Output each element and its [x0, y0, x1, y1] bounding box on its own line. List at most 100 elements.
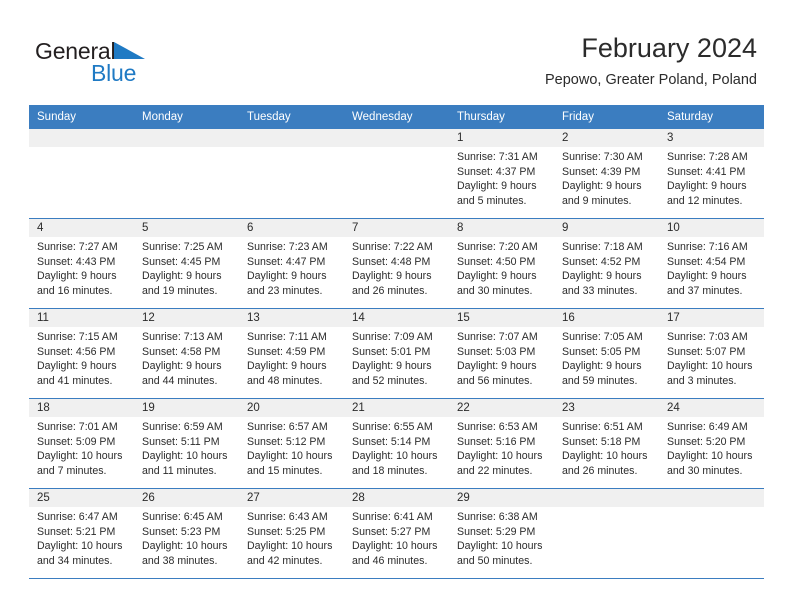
calendar-cell-day[interactable]: 27 Sunrise: 6:43 AM Sunset: 5:25 PM Dayligh…	[239, 489, 344, 578]
calendar-cell[interactable]: 15 Sunrise: 7:07 AM Sunset: 5:03 PM Dayligh…	[449, 308, 554, 399]
daylight-text-line2: and 11 minutes.	[142, 464, 217, 477]
sunset-text: Sunset: 4:41 PM	[667, 165, 746, 178]
calendar-cell[interactable]: 5 Sunrise: 7:25 AM Sunset: 4:45 PM Daylight…	[134, 218, 239, 309]
brand-logo[interactable]: General Blue	[35, 38, 255, 86]
calendar-cell-day[interactable]: 1 Sunrise: 7:31 AM Sunset: 4:37 PM Daylight…	[449, 129, 554, 218]
calendar-week-row: 4 Sunrise: 7:27 AM Sunset: 4:43 PM Daylight…	[29, 218, 764, 309]
calendar-cell[interactable]: 28 Sunrise: 6:41 AM Sunset: 5:27 PM Dayligh…	[344, 488, 449, 579]
calendar-cell[interactable]: 2 Sunrise: 7:30 AM Sunset: 4:39 PM Daylight…	[554, 129, 659, 219]
calendar-cell[interactable]: 21 Sunrise: 6:55 AM Sunset: 5:14 PM Dayligh…	[344, 398, 449, 489]
daylight-text-line1: Daylight: 9 hours	[247, 270, 327, 283]
daylight-text-line2: and 22 minutes.	[457, 464, 533, 477]
calendar-cell-day[interactable]: 10 Sunrise: 7:16 AM Sunset: 4:54 PM Dayligh…	[659, 219, 764, 308]
calendar-cell-day[interactable]: 15 Sunrise: 7:07 AM Sunset: 5:03 PM Dayligh…	[449, 309, 554, 398]
calendar-cell-day[interactable]: 18 Sunrise: 7:01 AM Sunset: 5:09 PM Dayligh…	[29, 399, 134, 488]
sunrise-text: Sunrise: 7:27 AM	[37, 241, 118, 253]
day-details: Sunrise: 6:41 AM Sunset: 5:27 PM Daylight:…	[344, 507, 449, 568]
daylight-text-line1: Daylight: 10 hours	[142, 450, 228, 463]
sunset-text: Sunset: 4:56 PM	[37, 345, 116, 358]
day-number: 7	[344, 219, 449, 237]
calendar-cell[interactable]: 17 Sunrise: 7:03 AM Sunset: 5:07 PM Dayligh…	[659, 308, 764, 399]
day-number	[29, 129, 134, 147]
calendar-cell-day[interactable]: 13 Sunrise: 7:11 AM Sunset: 4:59 PM Dayligh…	[239, 309, 344, 398]
day-number: 29	[449, 489, 554, 507]
day-details: Sunrise: 6:38 AM Sunset: 5:29 PM Daylight:…	[449, 507, 554, 568]
daylight-text-line2: and 3 minutes.	[667, 374, 737, 387]
calendar-cell[interactable]: 27 Sunrise: 6:43 AM Sunset: 5:25 PM Dayligh…	[239, 488, 344, 579]
daylight-text-line2: and 19 minutes.	[142, 284, 218, 297]
calendar-cell-day[interactable]: 8 Sunrise: 7:20 AM Sunset: 4:50 PM Daylight…	[449, 219, 554, 308]
calendar-cell[interactable]: 8 Sunrise: 7:20 AM Sunset: 4:50 PM Daylight…	[449, 218, 554, 309]
calendar-cell[interactable]: 9 Sunrise: 7:18 AM Sunset: 4:52 PM Daylight…	[554, 218, 659, 309]
calendar-cell-day[interactable]: 12 Sunrise: 7:13 AM Sunset: 4:58 PM Dayligh…	[134, 309, 239, 398]
day-number: 20	[239, 399, 344, 417]
calendar-cell[interactable]: 6 Sunrise: 7:23 AM Sunset: 4:47 PM Daylight…	[239, 218, 344, 309]
day-details: Sunrise: 6:49 AM Sunset: 5:20 PM Daylight:…	[659, 417, 764, 478]
calendar-cell-day[interactable]: 14 Sunrise: 7:09 AM Sunset: 5:01 PM Dayligh…	[344, 309, 449, 398]
daylight-text-line2: and 34 minutes.	[37, 554, 113, 567]
calendar-cell-day[interactable]: 6 Sunrise: 7:23 AM Sunset: 4:47 PM Daylight…	[239, 219, 344, 308]
sunset-text: Sunset: 4:52 PM	[562, 255, 641, 268]
calendar-cell-day[interactable]: 25 Sunrise: 6:47 AM Sunset: 5:21 PM Dayligh…	[29, 489, 134, 578]
calendar-cell-day[interactable]: 26 Sunrise: 6:45 AM Sunset: 5:23 PM Dayligh…	[134, 489, 239, 578]
calendar-cell[interactable]: 11 Sunrise: 7:15 AM Sunset: 4:56 PM Dayligh…	[29, 308, 134, 399]
daylight-text-line1: Daylight: 10 hours	[247, 450, 333, 463]
calendar-cell[interactable]: 24 Sunrise: 6:49 AM Sunset: 5:20 PM Dayligh…	[659, 398, 764, 489]
calendar-cell-day[interactable]: 22 Sunrise: 6:53 AM Sunset: 5:16 PM Dayligh…	[449, 399, 554, 488]
calendar-cell-day[interactable]: 5 Sunrise: 7:25 AM Sunset: 4:45 PM Daylight…	[134, 219, 239, 308]
day-number: 6	[239, 219, 344, 237]
calendar-cell-day[interactable]: 11 Sunrise: 7:15 AM Sunset: 4:56 PM Dayligh…	[29, 309, 134, 398]
day-details: Sunrise: 7:20 AM Sunset: 4:50 PM Daylight:…	[449, 237, 554, 298]
calendar-cell[interactable]: 26 Sunrise: 6:45 AM Sunset: 5:23 PM Dayligh…	[134, 488, 239, 579]
calendar-cell[interactable]: 4 Sunrise: 7:27 AM Sunset: 4:43 PM Daylight…	[29, 218, 134, 309]
calendar-cell-day[interactable]: 7 Sunrise: 7:22 AM Sunset: 4:48 PM Daylight…	[344, 219, 449, 308]
calendar-cell-day[interactable]: 19 Sunrise: 6:59 AM Sunset: 5:11 PM Dayligh…	[134, 399, 239, 488]
calendar-cell[interactable]	[659, 488, 764, 579]
calendar-cell-empty	[659, 489, 764, 578]
brand-logo-top-row: General	[35, 38, 255, 64]
calendar-cell-day[interactable]: 4 Sunrise: 7:27 AM Sunset: 4:43 PM Daylight…	[29, 219, 134, 308]
calendar-cell[interactable]	[239, 129, 344, 219]
calendar-cell[interactable]: 1 Sunrise: 7:31 AM Sunset: 4:37 PM Daylight…	[449, 129, 554, 219]
day-number: 25	[29, 489, 134, 507]
day-details: Sunrise: 7:05 AM Sunset: 5:05 PM Daylight:…	[554, 327, 659, 388]
calendar-cell-day[interactable]: 24 Sunrise: 6:49 AM Sunset: 5:20 PM Dayligh…	[659, 399, 764, 488]
sunrise-text: Sunrise: 7:09 AM	[352, 331, 433, 343]
calendar-cell-day[interactable]: 23 Sunrise: 6:51 AM Sunset: 5:18 PM Dayligh…	[554, 399, 659, 488]
sunrise-text: Sunrise: 6:45 AM	[142, 511, 223, 523]
calendar-cell[interactable]: 10 Sunrise: 7:16 AM Sunset: 4:54 PM Dayligh…	[659, 218, 764, 309]
calendar-cell-day[interactable]: 16 Sunrise: 7:05 AM Sunset: 5:05 PM Dayligh…	[554, 309, 659, 398]
calendar-cell-day[interactable]: 17 Sunrise: 7:03 AM Sunset: 5:07 PM Dayligh…	[659, 309, 764, 398]
calendar-cell-empty	[29, 129, 134, 218]
calendar-cell[interactable]: 12 Sunrise: 7:13 AM Sunset: 4:58 PM Dayligh…	[134, 308, 239, 399]
calendar-cell[interactable]: 22 Sunrise: 6:53 AM Sunset: 5:16 PM Dayligh…	[449, 398, 554, 489]
calendar-cell[interactable]	[134, 129, 239, 219]
calendar-cell[interactable]: 20 Sunrise: 6:57 AM Sunset: 5:12 PM Dayligh…	[239, 398, 344, 489]
calendar-cell[interactable]: 19 Sunrise: 6:59 AM Sunset: 5:11 PM Dayligh…	[134, 398, 239, 489]
daylight-text-line2: and 30 minutes.	[457, 284, 533, 297]
calendar-cell[interactable]	[554, 488, 659, 579]
calendar-cell-day[interactable]: 3 Sunrise: 7:28 AM Sunset: 4:41 PM Daylight…	[659, 129, 764, 218]
day-details: Sunrise: 7:30 AM Sunset: 4:39 PM Daylight:…	[554, 147, 659, 208]
calendar-cell[interactable]	[29, 129, 134, 219]
calendar-cell-day[interactable]: 29 Sunrise: 6:38 AM Sunset: 5:29 PM Dayligh…	[449, 489, 554, 578]
calendar-cell-day[interactable]: 21 Sunrise: 6:55 AM Sunset: 5:14 PM Dayligh…	[344, 399, 449, 488]
calendar-cell[interactable]: 16 Sunrise: 7:05 AM Sunset: 5:05 PM Dayligh…	[554, 308, 659, 399]
calendar-cell[interactable]: 14 Sunrise: 7:09 AM Sunset: 5:01 PM Dayligh…	[344, 308, 449, 399]
day-details: Sunrise: 6:45 AM Sunset: 5:23 PM Daylight:…	[134, 507, 239, 568]
calendar-cell[interactable]: 13 Sunrise: 7:11 AM Sunset: 4:59 PM Dayligh…	[239, 308, 344, 399]
calendar-cell[interactable]: 25 Sunrise: 6:47 AM Sunset: 5:21 PM Dayligh…	[29, 488, 134, 579]
calendar-cell[interactable]: 18 Sunrise: 7:01 AM Sunset: 5:09 PM Dayligh…	[29, 398, 134, 489]
calendar-cell-day[interactable]: 9 Sunrise: 7:18 AM Sunset: 4:52 PM Daylight…	[554, 219, 659, 308]
calendar-cell-day[interactable]: 2 Sunrise: 7:30 AM Sunset: 4:39 PM Daylight…	[554, 129, 659, 218]
calendar-cell[interactable]: 23 Sunrise: 6:51 AM Sunset: 5:18 PM Dayligh…	[554, 398, 659, 489]
sunrise-text: Sunrise: 7:25 AM	[142, 241, 223, 253]
calendar-cell[interactable]: 29 Sunrise: 6:38 AM Sunset: 5:29 PM Dayligh…	[449, 488, 554, 579]
calendar-cell-day[interactable]: 20 Sunrise: 6:57 AM Sunset: 5:12 PM Dayligh…	[239, 399, 344, 488]
sunset-text: Sunset: 4:58 PM	[142, 345, 221, 358]
calendar-cell-day[interactable]: 28 Sunrise: 6:41 AM Sunset: 5:27 PM Dayligh…	[344, 489, 449, 578]
calendar-cell[interactable]: 7 Sunrise: 7:22 AM Sunset: 4:48 PM Daylight…	[344, 218, 449, 309]
calendar-week-row: 18 Sunrise: 7:01 AM Sunset: 5:09 PM Dayligh…	[29, 398, 764, 489]
calendar-cell[interactable]	[344, 129, 449, 219]
calendar-cell[interactable]: 3 Sunrise: 7:28 AM Sunset: 4:41 PM Daylight…	[659, 129, 764, 219]
